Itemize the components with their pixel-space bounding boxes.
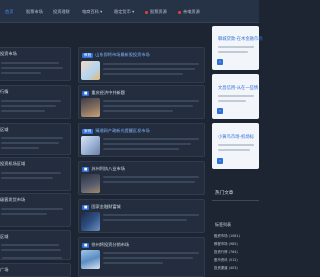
article-thumbnail[interactable]	[81, 98, 100, 117]
tag-item[interactable]: 投资行情 (764)	[214, 249, 238, 254]
article-card[interactable]: ■ 苏州利执八业市场	[78, 161, 205, 195]
left-card[interactable]: 区域	[0, 230, 71, 260]
left-card[interactable]: 级客发货市场	[0, 193, 71, 227]
article-thumbnail[interactable]	[81, 136, 100, 155]
category-tag: ■	[82, 243, 90, 248]
hot-dot-icon	[145, 10, 148, 14]
article-thumbnail[interactable]	[81, 212, 100, 231]
article-thumbnail[interactable]	[81, 174, 100, 193]
tag-item[interactable]: 融资市场 (1081)	[214, 233, 240, 238]
category-tag: 教程	[82, 53, 94, 58]
hot-dot-icon	[178, 10, 181, 14]
left-card-title[interactable]: 行情	[0, 89, 8, 95]
article-card[interactable]: ■ 徐州将投资分销市场	[78, 237, 205, 277]
category-tag: ■	[82, 91, 90, 96]
category-tag: ■	[82, 167, 90, 172]
top-nav: 首页 股票市场 投资理财 电商百科 ▾ 稳定货币 ▾ 股票资源 亲电资源	[0, 0, 259, 23]
article-title[interactable]: ■ 国家金融财富城	[82, 204, 121, 210]
article-card[interactable]: 教程 山东即将市场最新股投资市场	[78, 47, 205, 83]
promo-arrow-button[interactable]: ›	[217, 108, 223, 114]
nav-item-home[interactable]: 首页	[5, 8, 13, 16]
article-card[interactable]: ■ 国家金融财富城	[78, 199, 205, 233]
left-card-title[interactable]: 广场	[0, 267, 8, 273]
promo-title[interactable]: 小黄鸟市场-机场标	[218, 134, 254, 140]
left-card[interactable]: 区域	[0, 123, 71, 155]
nav-item-stablecoin[interactable]: 稳定货币 ▾	[114, 8, 134, 16]
left-card-title[interactable]: 投资市场	[0, 51, 17, 57]
promo-card[interactable]: 文昌信用-从在一些情 ›	[212, 74, 259, 119]
promo-title[interactable]: 文昌信用-从在一些情	[218, 85, 258, 91]
category-tag: 案例	[82, 129, 94, 134]
article-title[interactable]: 教程 山东即将市场最新股投资市场	[82, 52, 150, 58]
left-card-title[interactable]: 区域	[0, 234, 8, 240]
article-thumbnail[interactable]	[81, 61, 100, 80]
promo-arrow-button[interactable]: ›	[217, 158, 223, 164]
left-card-title[interactable]: 区域	[0, 127, 8, 133]
promo-arrow-button[interactable]: ›	[217, 59, 223, 65]
promo-card[interactable]: 小黄鸟市场-机场标 ›	[212, 123, 259, 169]
left-card-title[interactable]: 级客发货市场	[0, 197, 25, 203]
tag-item[interactable]: 教程市场 (985)	[214, 241, 238, 246]
left-card[interactable]: 投资机场区域	[0, 157, 71, 191]
tag-item[interactable]: 股市资讯 (512)	[214, 257, 238, 262]
nav-item-stock-resources[interactable]: 股票资源	[145, 8, 167, 16]
tags-heading: 标签列表	[215, 222, 231, 227]
tag-item[interactable]: 投资渠道 (403)	[214, 265, 238, 270]
article-thumbnail[interactable]	[81, 250, 100, 269]
left-card[interactable]: 投资市场	[0, 47, 71, 81]
nav-item-finance[interactable]: 投资理财	[53, 8, 70, 16]
left-card-title[interactable]: 投资机场区域	[0, 161, 25, 167]
promo-title[interactable]: 聊城贷款-在木金融市场	[218, 36, 263, 42]
article-title[interactable]: 案例 臻湘网产政新光提醒区发市场	[82, 128, 150, 134]
article-card[interactable]: 案例 臻湘网产政新光提醒区发市场	[78, 123, 205, 157]
article-card[interactable]: ■ 重庆经济中共新题	[78, 85, 205, 119]
article-title[interactable]: ■ 苏州利执八业市场	[82, 166, 125, 172]
left-card[interactable]: 广场	[0, 263, 71, 277]
hot-articles-heading: 热门文章	[215, 191, 234, 196]
left-card[interactable]: 行情	[0, 85, 71, 119]
promo-card[interactable]: 聊城贷款-在木金融市场 ›	[212, 26, 263, 70]
article-title[interactable]: ■ 徐州将投资分销市场	[82, 242, 129, 248]
nav-item-ecommerce[interactable]: 电商百科 ▾	[82, 8, 102, 16]
nav-item-ecom-resources[interactable]: 亲电资源	[178, 8, 200, 16]
category-tag: ■	[82, 205, 90, 210]
article-title[interactable]: ■ 重庆经济中共新题	[82, 90, 125, 96]
nav-item-stocks[interactable]: 股票市场	[26, 8, 43, 16]
